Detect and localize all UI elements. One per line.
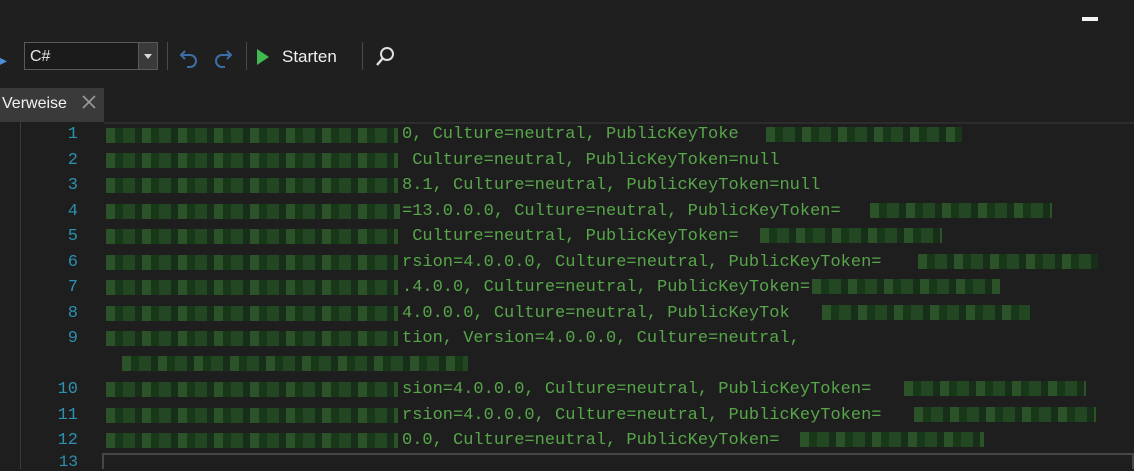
- editor-border: [20, 122, 21, 469]
- redacted-text: [106, 280, 398, 295]
- line-number: 4: [67, 202, 78, 221]
- redacted-text: [822, 305, 1030, 320]
- line-number: 3: [67, 176, 78, 195]
- code-line[interactable]: 0, Culture=neutral, PublicKeyToke: [402, 125, 739, 144]
- redacted-text: [760, 228, 942, 243]
- chevron-down-icon[interactable]: [138, 43, 157, 69]
- redacted-text: [812, 279, 1000, 294]
- redacted-text: [106, 306, 398, 321]
- redacted-text: [106, 382, 398, 397]
- line-number: 13: [58, 453, 78, 471]
- tab-verweise[interactable]: Verweise: [0, 88, 104, 122]
- code-line[interactable]: tion, Version=4.0.0.0, Culture=neutral,: [402, 329, 800, 348]
- code-line[interactable]: Culture=neutral, PublicKeyToken=: [402, 227, 738, 246]
- redacted-text: [106, 229, 398, 244]
- toolbar: ▸ C# Starten: [0, 38, 1134, 82]
- tab-strip: Verweise: [0, 82, 1134, 122]
- play-icon: [257, 49, 269, 65]
- redacted-text: [870, 203, 1052, 218]
- redacted-text: [106, 204, 400, 219]
- line-number: 7: [67, 278, 78, 297]
- redacted-text: [122, 356, 468, 371]
- code-line[interactable]: Culture=neutral, PublicKeyToken=null: [402, 151, 779, 170]
- redo-icon[interactable]: [210, 44, 236, 70]
- line-number: 1: [67, 125, 78, 144]
- redacted-text: [106, 178, 398, 193]
- redacted-text: [106, 128, 398, 143]
- redacted-text: [904, 381, 1086, 396]
- search-icon[interactable]: [372, 44, 398, 70]
- title-bar: [0, 0, 1134, 38]
- code-line[interactable]: .4.0.0, Culture=neutral, PublicKeyToken=: [402, 278, 810, 297]
- code-editor[interactable]: 1 0, Culture=neutral, PublicKeyToke 2 Cu…: [0, 122, 1134, 471]
- line-number: 6: [67, 253, 78, 272]
- language-select[interactable]: C#: [24, 42, 158, 70]
- redacted-text: [918, 254, 1098, 269]
- redacted-text: [106, 408, 398, 423]
- current-line-highlight: [102, 453, 1134, 469]
- code-line[interactable]: rsion=4.0.0.0, Culture=neutral, PublicKe…: [402, 406, 881, 425]
- code-line[interactable]: 0.0, Culture=neutral, PublicKeyToken=: [402, 431, 779, 450]
- redacted-text: [800, 432, 984, 447]
- line-number: 8: [67, 304, 78, 323]
- editor-border: [104, 122, 1134, 124]
- code-line[interactable]: rsion=4.0.0.0, Culture=neutral, PublicKe…: [402, 253, 881, 272]
- close-icon[interactable]: [80, 93, 98, 111]
- line-number: 9: [67, 329, 78, 348]
- line-number: 10: [57, 380, 78, 399]
- code-line[interactable]: 8.1, Culture=neutral, PublicKeyToken=nul…: [402, 176, 820, 195]
- language-value: C#: [30, 48, 51, 65]
- line-number: 12: [57, 431, 78, 450]
- line-number: 2: [67, 151, 78, 170]
- run-label: Starten: [282, 47, 337, 66]
- undo-icon[interactable]: [176, 44, 202, 70]
- tab-label: Verweise: [2, 95, 67, 112]
- redacted-text: [106, 433, 398, 448]
- line-number: 5: [67, 227, 78, 246]
- redacted-text: [106, 331, 398, 346]
- code-line[interactable]: 4.0.0.0, Culture=neutral, PublicKeyTok: [402, 304, 790, 323]
- toolbar-separator: [362, 42, 363, 70]
- code-line[interactable]: =13.0.0.0, Culture=neutral, PublicKeyTok…: [402, 202, 841, 221]
- toolbar-separator: [167, 42, 168, 70]
- redacted-text: [106, 255, 398, 270]
- overflow-arrow-icon[interactable]: ▸: [0, 50, 8, 70]
- toolbar-separator: [246, 42, 247, 70]
- minimize-button[interactable]: [1082, 17, 1098, 21]
- redacted-text: [106, 153, 398, 168]
- run-button[interactable]: Starten: [256, 42, 337, 72]
- line-number: 11: [57, 406, 78, 425]
- redacted-text: [914, 407, 1096, 422]
- code-line[interactable]: sion=4.0.0.0, Culture=neutral, PublicKey…: [402, 380, 871, 399]
- redacted-text: [766, 127, 962, 142]
